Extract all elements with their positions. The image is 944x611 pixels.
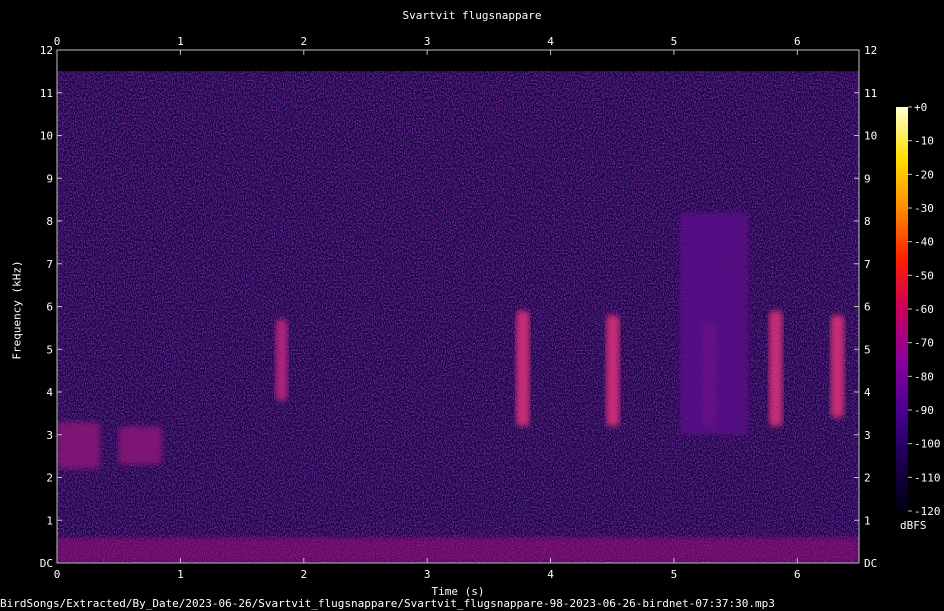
colorbar-tick-label-12: -120 [914,505,941,518]
y-tick-label-right-0: DC [864,557,877,570]
colorbar-tick-label-2: -20 [914,168,934,181]
colorbar-tick-label-7: -70 [914,337,934,350]
colorbar-tick-label-8: -80 [914,370,934,383]
spectrogram-image [57,71,859,563]
colorbar-tick-label-9: -90 [914,404,934,417]
y-tick-label-left-9: 9 [46,172,53,185]
y-tick-label-right-3: 3 [864,429,871,442]
call-mark-0 [275,319,288,401]
call-mark-2 [606,315,620,427]
y-tick-label-right-9: 9 [864,172,871,185]
y-tick-label-left-6: 6 [46,301,53,314]
y-tick-label-left-4: 4 [46,386,53,399]
call-mark-1 [515,310,530,427]
x-tick-label-bottom-5: 5 [671,568,678,581]
colorbar-tick-label-3: -30 [914,202,934,215]
x-tick-label-top-2: 2 [300,35,307,48]
x-tick-label-top-6: 6 [794,35,801,48]
colorbar [896,107,908,511]
y-tick-label-right-1: 1 [864,514,871,527]
y-tick-label-right-6: 6 [864,301,871,314]
y-tick-label-right-11: 11 [864,87,877,100]
call-mark-6 [118,426,162,465]
y-tick-label-left-7: 7 [46,258,53,271]
y-tick-label-right-10: 10 [864,130,877,143]
x-tick-label-bottom-3: 3 [424,568,431,581]
x-tick-label-top-4: 4 [547,35,554,48]
x-tick-label-bottom-0: 0 [54,568,61,581]
colorbar-tick-label-11: -110 [914,471,941,484]
y-tick-label-right-7: 7 [864,258,871,271]
y-tick-label-right-4: 4 [864,386,871,399]
colorbar-ticks: +0 -10 -20 -30 -40 -50 -60 -70 -80 -90 -100 -110 -12… [908,101,941,518]
x-tick-label-top-1: 1 [177,35,184,48]
colorbar-tick-label-4: -40 [914,236,934,249]
x-tick-label-bottom-1: 1 [177,568,184,581]
y-tick-label-right-5: 5 [864,343,871,356]
colorbar-tick-label-10: -100 [914,438,941,451]
x-tick-label-top-3: 3 [424,35,431,48]
y-tick-label-right-8: 8 [864,215,871,228]
y-tick-label-left-10: 10 [40,130,53,143]
colorbar-tick-label-5: -50 [914,269,934,282]
colorbar-tick-label-0: +0 [914,101,927,114]
x-tick-label-top-0: 0 [54,35,61,48]
y-tick-label-left-1: 1 [46,514,53,527]
spectrogram-chart: 00112233445566 DC DC1 12 23 34 45 56 67 78 89 910 1… [40,35,941,581]
y-tick-label-left-3: 3 [46,429,53,442]
x-tick-label-bottom-6: 6 [794,568,801,581]
y-tick-label-left-12: 12 [40,44,53,57]
y-tick-label-left-2: 2 [46,472,53,485]
colorbar-tick-label-6: -60 [914,303,934,316]
y-tick-label-left-11: 11 [40,87,53,100]
x-tick-label-top-5: 5 [671,35,678,48]
call-mark-4 [768,310,783,427]
colorbar-tick-label-1: -10 [914,135,934,148]
call-mark-8 [680,212,748,435]
x-tick-label-bottom-4: 4 [547,568,554,581]
call-mark-5 [830,315,845,418]
y-tick-label-right-12: 12 [864,44,877,57]
call-mark-7 [57,421,101,469]
x-tick-label-bottom-2: 2 [300,568,307,581]
y-tick-label-right-2: 2 [864,472,871,485]
y-tick-label-left-0: DC [40,557,53,570]
low-frequency-band [57,537,859,563]
y-tick-label-left-5: 5 [46,343,53,356]
y-tick-label-left-8: 8 [46,215,53,228]
